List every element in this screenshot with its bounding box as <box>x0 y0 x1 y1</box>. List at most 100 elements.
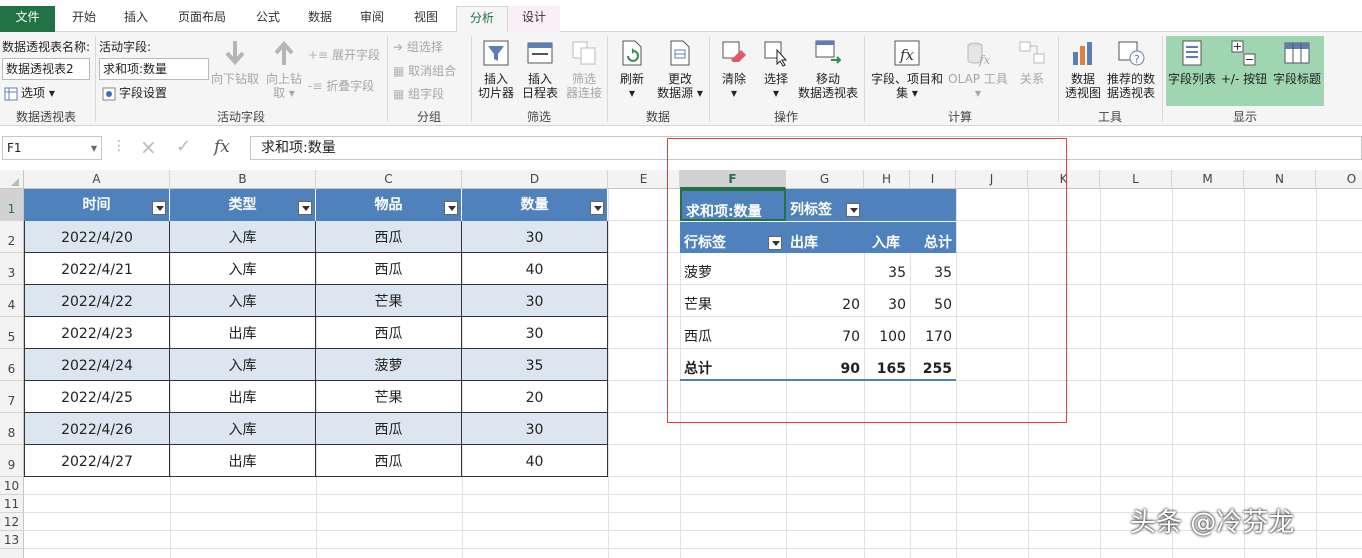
pivot-cell[interactable] <box>786 253 864 285</box>
tab-analyze[interactable]: 分析 <box>456 6 508 32</box>
olap-tools-button[interactable]: fx OLAP 工具 ▾ <box>946 38 1010 100</box>
cancel-icon[interactable]: × <box>140 135 157 159</box>
table-cell[interactable]: 芒果 <box>316 381 462 413</box>
field-headers-button[interactable]: 字段标题 <box>1270 38 1324 86</box>
table-cell[interactable]: 2022/4/21 <box>24 253 170 285</box>
table-cell[interactable]: 30 <box>462 317 608 349</box>
column-header[interactable]: O <box>1316 170 1362 189</box>
row-header[interactable] <box>0 549 24 558</box>
pivot-cell[interactable]: 100 <box>864 317 910 349</box>
pivot-cell[interactable]: 35 <box>864 253 910 285</box>
table-cell[interactable]: 2022/4/20 <box>24 221 170 253</box>
tab-file[interactable]: 文件 <box>0 6 55 32</box>
table-cell[interactable]: 2022/4/22 <box>24 285 170 317</box>
table-cell[interactable]: 2022/4/23 <box>24 317 170 349</box>
pivot-cell[interactable]: 芒果 <box>680 285 786 317</box>
pivot-cell[interactable]: 30 <box>864 285 910 317</box>
table-cell[interactable]: 入库 <box>170 221 316 253</box>
table-cell[interactable]: 出库 <box>170 445 316 477</box>
filter-dropdown-icon[interactable] <box>846 203 860 217</box>
pivot-column-labels-cell[interactable]: 列标签 <box>786 189 956 221</box>
tab-home[interactable]: 开始 <box>62 6 106 32</box>
row-header[interactable]: 9 <box>0 445 24 477</box>
tab-data[interactable]: 数据 <box>298 6 342 32</box>
table-cell[interactable]: 西瓜 <box>316 317 462 349</box>
drill-down-button[interactable]: 向下钻取 <box>210 38 260 86</box>
table-cell[interactable]: 2022/4/26 <box>24 413 170 445</box>
column-header[interactable]: H <box>864 170 910 189</box>
column-header[interactable]: K <box>1028 170 1100 189</box>
tab-view[interactable]: 视图 <box>404 6 448 32</box>
table-cell[interactable]: 40 <box>462 445 608 477</box>
tab-page-layout[interactable]: 页面布局 <box>170 6 234 32</box>
tab-formulas[interactable]: 公式 <box>246 6 290 32</box>
table-cell[interactable]: 30 <box>462 221 608 253</box>
filter-connections-button[interactable]: 筛选 器连接 <box>562 38 606 100</box>
column-header[interactable]: J <box>956 170 1028 189</box>
refresh-button[interactable]: 刷新 ▾ <box>612 38 652 100</box>
recommended-pivot-button[interactable]: ? 推荐的数 据透视表 <box>1104 38 1158 100</box>
column-header[interactable]: N <box>1244 170 1316 189</box>
column-header-selected[interactable]: F <box>680 170 786 189</box>
table-cell[interactable]: 入库 <box>170 349 316 381</box>
chevron-down-icon[interactable]: ▾ <box>91 137 97 159</box>
table-cell[interactable]: 西瓜 <box>316 413 462 445</box>
row-header[interactable]: 2 <box>0 221 24 253</box>
table-cell[interactable]: 出库 <box>170 381 316 413</box>
table-cell[interactable]: 30 <box>462 413 608 445</box>
table-header-cell[interactable]: 物品 <box>316 189 462 221</box>
table-cell[interactable]: 入库 <box>170 413 316 445</box>
row-header[interactable]: 7 <box>0 381 24 413</box>
row-header[interactable]: 8 <box>0 413 24 445</box>
column-header[interactable]: L <box>1100 170 1172 189</box>
pivot-cell[interactable]: 35 <box>910 253 956 285</box>
column-header[interactable]: C <box>316 170 462 189</box>
tab-design[interactable]: 设计 <box>508 6 560 32</box>
pivot-cell[interactable]: 菠萝 <box>680 253 786 285</box>
tab-insert[interactable]: 插入 <box>114 6 158 32</box>
field-settings-button[interactable]: 字段设置 <box>102 84 167 101</box>
table-cell[interactable]: 出库 <box>170 317 316 349</box>
group-selection-button[interactable]: ➔ 组选择 <box>393 38 443 55</box>
pivot-name-input[interactable]: 数据透视表2 <box>2 58 90 80</box>
column-header[interactable]: I <box>910 170 956 189</box>
options-button[interactable]: 选项 ▾ <box>4 84 55 101</box>
pivot-row-labels-cell[interactable]: 行标签 <box>680 221 786 253</box>
collapse-field-button[interactable]: -≡ 折叠字段 <box>308 77 374 94</box>
formula-input[interactable]: 求和项:数量 <box>250 136 1362 160</box>
pivot-cell[interactable]: 70 <box>786 317 864 349</box>
column-header[interactable]: A <box>24 170 170 189</box>
row-header[interactable]: 11 <box>0 495 24 513</box>
ungroup-button[interactable]: ▦ 取消组合 <box>393 62 456 79</box>
column-header[interactable]: B <box>170 170 316 189</box>
row-header[interactable]: 13 <box>0 531 24 549</box>
drill-up-button[interactable]: 向上钻取 ▾ <box>262 38 306 100</box>
column-header[interactable]: E <box>608 170 680 189</box>
column-header[interactable]: G <box>786 170 864 189</box>
table-cell[interactable]: 西瓜 <box>316 445 462 477</box>
group-field-button[interactable]: ▦ 组字段 <box>393 85 444 102</box>
pivot-grand-total-cell[interactable]: 总计 <box>680 349 786 381</box>
enter-icon[interactable]: ✓ <box>176 136 191 157</box>
clear-button[interactable]: 清除 ▾ <box>714 38 754 100</box>
expand-field-button[interactable]: +≡ 展开字段 <box>308 46 380 63</box>
pivot-grand-total-cell[interactable]: 255 <box>910 349 956 381</box>
select-button[interactable]: 选择 ▾ <box>756 38 796 100</box>
row-header[interactable]: 6 <box>0 349 24 381</box>
table-cell[interactable]: 入库 <box>170 285 316 317</box>
filter-dropdown-icon[interactable] <box>590 201 604 215</box>
row-header[interactable]: 5 <box>0 317 24 349</box>
table-header-cell[interactable]: 时间 <box>24 189 170 221</box>
pivot-cell[interactable]: 西瓜 <box>680 317 786 349</box>
plus-minus-button[interactable]: +/- 按钮 <box>1218 38 1270 86</box>
table-cell[interactable]: 西瓜 <box>316 253 462 285</box>
insert-timeline-button[interactable]: 插入 日程表 <box>518 38 562 100</box>
filter-dropdown-icon[interactable] <box>298 201 312 215</box>
table-cell[interactable]: 20 <box>462 381 608 413</box>
move-pivot-button[interactable]: 移动 数据透视表 <box>796 38 860 100</box>
active-field-input[interactable]: 求和项:数量 <box>99 58 209 80</box>
table-cell[interactable]: 西瓜 <box>316 221 462 253</box>
row-header[interactable]: 4 <box>0 285 24 317</box>
table-cell[interactable]: 菠萝 <box>316 349 462 381</box>
column-header[interactable]: D <box>462 170 608 189</box>
